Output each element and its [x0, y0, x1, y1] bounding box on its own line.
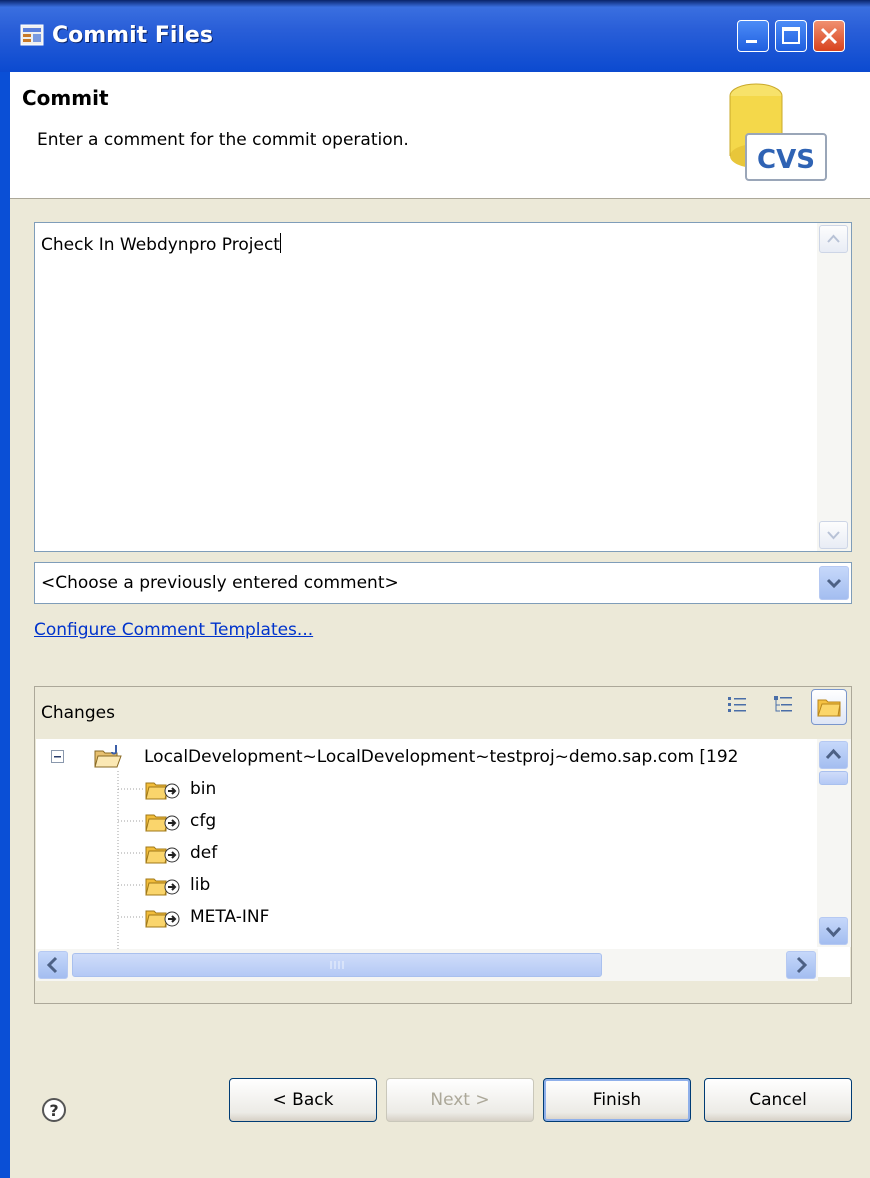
root-project-label: LocalDevelopment~LocalDevelopment~testpr…	[144, 747, 739, 767]
chevron-left-icon	[46, 956, 58, 974]
tree-row-meta-inf[interactable]: META-INF	[36, 901, 436, 933]
commit-files-window: Commit Files Commit Enter a comment for …	[0, 0, 870, 1178]
outgoing-folder-icon	[145, 878, 180, 896]
tree-scroll-up-button[interactable]	[819, 741, 848, 769]
minimize-icon	[746, 40, 757, 43]
previous-comment-selected: <Choose a previously entered comment>	[41, 573, 399, 593]
tree-row-def[interactable]: def	[36, 837, 436, 869]
svg-text:?: ?	[49, 1101, 58, 1120]
outgoing-folder-icon	[145, 846, 180, 864]
text-caret	[279, 233, 281, 253]
wizard-header: Commit Enter a comment for the commit op…	[10, 72, 870, 199]
compressed-folders-toggle[interactable]	[811, 689, 847, 725]
tree-item-label: lib	[190, 875, 211, 895]
tree-item-label: def	[190, 843, 218, 863]
comment-vertical-scrollbar[interactable]	[817, 223, 851, 551]
chevron-right-icon	[796, 956, 808, 974]
flat-list-icon[interactable]	[725, 693, 749, 717]
page-description: Enter a comment for the commit operation…	[37, 130, 409, 150]
scroll-right-button[interactable]	[786, 951, 816, 979]
tree-item-label: bin	[190, 779, 217, 799]
dialog-content: Commit Enter a comment for the commit op…	[10, 72, 870, 1178]
tree-row-lib[interactable]: lib	[36, 869, 436, 901]
project-folder-icon	[94, 745, 122, 768]
configure-comment-templates-link[interactable]: Configure Comment Templates...	[34, 620, 313, 640]
compressed-folders-icon	[817, 699, 841, 717]
changes-panel: Changes LocalDevelopment~LocalDevelopmen…	[34, 686, 852, 1004]
comment-value: Check In Webdynpro Project	[41, 235, 280, 255]
tree-item-label: cfg	[190, 811, 217, 831]
cancel-button[interactable]: Cancel	[704, 1078, 852, 1122]
window-title: Commit Files	[52, 23, 213, 48]
page-title: Commit	[22, 86, 109, 110]
comment-textarea[interactable]: Check In Webdynpro Project	[34, 222, 852, 552]
cvs-logo-text: CVS	[757, 145, 815, 175]
tree-horizontal-scrollbar[interactable]	[36, 949, 818, 981]
tree-item-label: META-INF	[190, 907, 270, 927]
chevron-up-icon	[827, 234, 840, 243]
tree-row-bin[interactable]: bin	[36, 773, 436, 805]
outgoing-folder-icon	[145, 782, 180, 800]
chevron-down-icon	[826, 578, 842, 589]
back-button[interactable]: < Back	[229, 1078, 377, 1122]
scroll-up-button[interactable]	[819, 225, 848, 253]
minimize-button[interactable]	[737, 20, 769, 52]
changes-label: Changes	[41, 703, 115, 723]
tree-row-cfg[interactable]: cfg	[36, 805, 436, 837]
scroll-left-button[interactable]	[38, 951, 68, 979]
tree-vertical-scrollbar[interactable]	[817, 739, 851, 947]
scroll-down-button[interactable]	[819, 521, 848, 549]
chevron-down-icon	[827, 531, 840, 540]
dropdown-button[interactable]	[819, 566, 849, 600]
close-icon	[820, 27, 838, 45]
maximize-icon	[782, 27, 800, 44]
chevron-down-icon	[825, 926, 842, 938]
maximize-button[interactable]	[775, 20, 807, 52]
tree-view-icon[interactable]	[771, 693, 795, 717]
tree-scroll-thumb[interactable]	[819, 771, 848, 785]
help-icon[interactable]: ?	[40, 1096, 68, 1124]
outgoing-folder-icon	[145, 910, 180, 928]
next-button[interactable]: Next >	[386, 1078, 534, 1122]
finish-button[interactable]: Finish	[543, 1078, 691, 1122]
chevron-up-icon	[825, 748, 842, 760]
changes-tree[interactable]: LocalDevelopment~LocalDevelopment~testpr…	[36, 739, 850, 977]
outgoing-folder-icon	[145, 814, 180, 832]
close-button[interactable]	[813, 20, 845, 52]
collapse-toggle-icon[interactable]	[50, 749, 66, 765]
previous-comment-dropdown[interactable]: <Choose a previously entered comment>	[34, 562, 852, 604]
cvs-database-icon: CVS	[729, 83, 827, 181]
tree-row-root[interactable]: LocalDevelopment~LocalDevelopment~testpr…	[36, 741, 826, 773]
window-app-icon	[20, 24, 44, 46]
title-bar[interactable]: Commit Files	[0, 0, 870, 72]
horizontal-scroll-thumb[interactable]	[72, 953, 602, 977]
grip-icon	[330, 961, 344, 969]
tree-scroll-down-button[interactable]	[819, 917, 848, 945]
